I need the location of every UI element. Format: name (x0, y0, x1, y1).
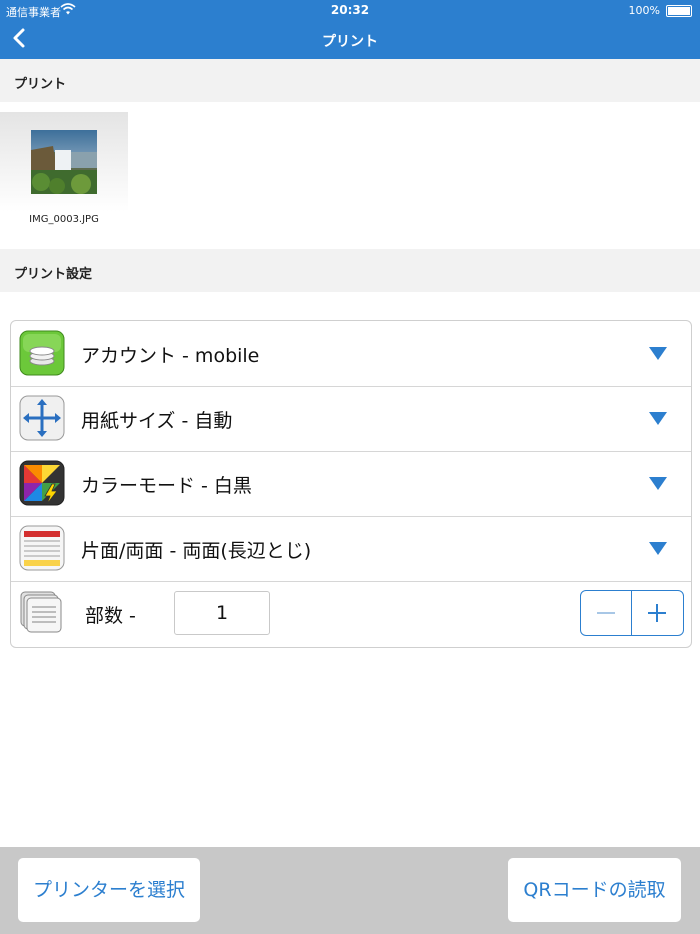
section-title-print: プリント (14, 77, 67, 92)
dropdown-arrow-icon (649, 542, 667, 555)
copies-stepper (580, 590, 684, 636)
paper-size-label: 用紙サイズ - 自動 (81, 410, 233, 432)
dropdown-arrow-icon (649, 477, 667, 490)
bottom-toolbar: プリンターを選択 QRコードの読取 (0, 847, 700, 934)
file-thumbnail[interactable]: IMG_0003.JPG (0, 112, 128, 238)
setting-copies: 部数 - 1 (11, 581, 691, 646)
copies-input[interactable]: 1 (174, 591, 270, 635)
section-title-settings: プリント設定 (14, 267, 93, 282)
page-title: プリント (322, 34, 378, 50)
setting-duplex[interactable]: 片面/両面 - 両面(長辺とじ) (11, 516, 691, 582)
color-mode-icon (19, 460, 65, 506)
select-printer-button[interactable]: プリンターを選択 (18, 858, 200, 922)
file-name: IMG_0003.JPG (29, 214, 99, 225)
status-time: 20:32 (330, 3, 370, 17)
status-bar: 通信事業者 20:32 100% (0, 0, 700, 20)
battery-percent: 100% (628, 4, 660, 17)
header: 通信事業者 20:32 100% プリント (0, 0, 700, 59)
section-header-print: プリント (0, 59, 700, 102)
setting-color-mode[interactable]: カラーモード - 白黒 (11, 451, 691, 517)
duplex-icon (19, 525, 65, 571)
copies-label: 部数 - (85, 605, 136, 627)
dropdown-arrow-icon (649, 412, 667, 425)
color-mode-label: カラーモード - 白黒 (81, 475, 252, 497)
account-label: アカウント - mobile (81, 345, 260, 367)
dropdown-arrow-icon (649, 347, 667, 360)
waterfall-image-icon (31, 130, 97, 194)
decrement-button[interactable] (581, 591, 632, 635)
setting-account[interactable]: アカウント - mobile (11, 321, 691, 387)
print-settings-list: アカウント - mobile 用紙サイズ - 自動 カラーモード - 白黒 片面… (10, 320, 692, 648)
setting-paper-size[interactable]: 用紙サイズ - 自動 (11, 386, 691, 452)
battery-icon (666, 5, 692, 17)
photo-thumbnail (31, 130, 97, 194)
read-qr-code-button[interactable]: QRコードの読取 (508, 858, 681, 922)
duplex-label: 片面/両面 - 両面(長辺とじ) (81, 540, 312, 562)
section-header-settings: プリント設定 (0, 249, 700, 292)
account-icon (19, 330, 65, 376)
increment-button[interactable] (632, 591, 683, 635)
paper-size-icon (19, 395, 65, 441)
copies-icon (20, 591, 62, 633)
